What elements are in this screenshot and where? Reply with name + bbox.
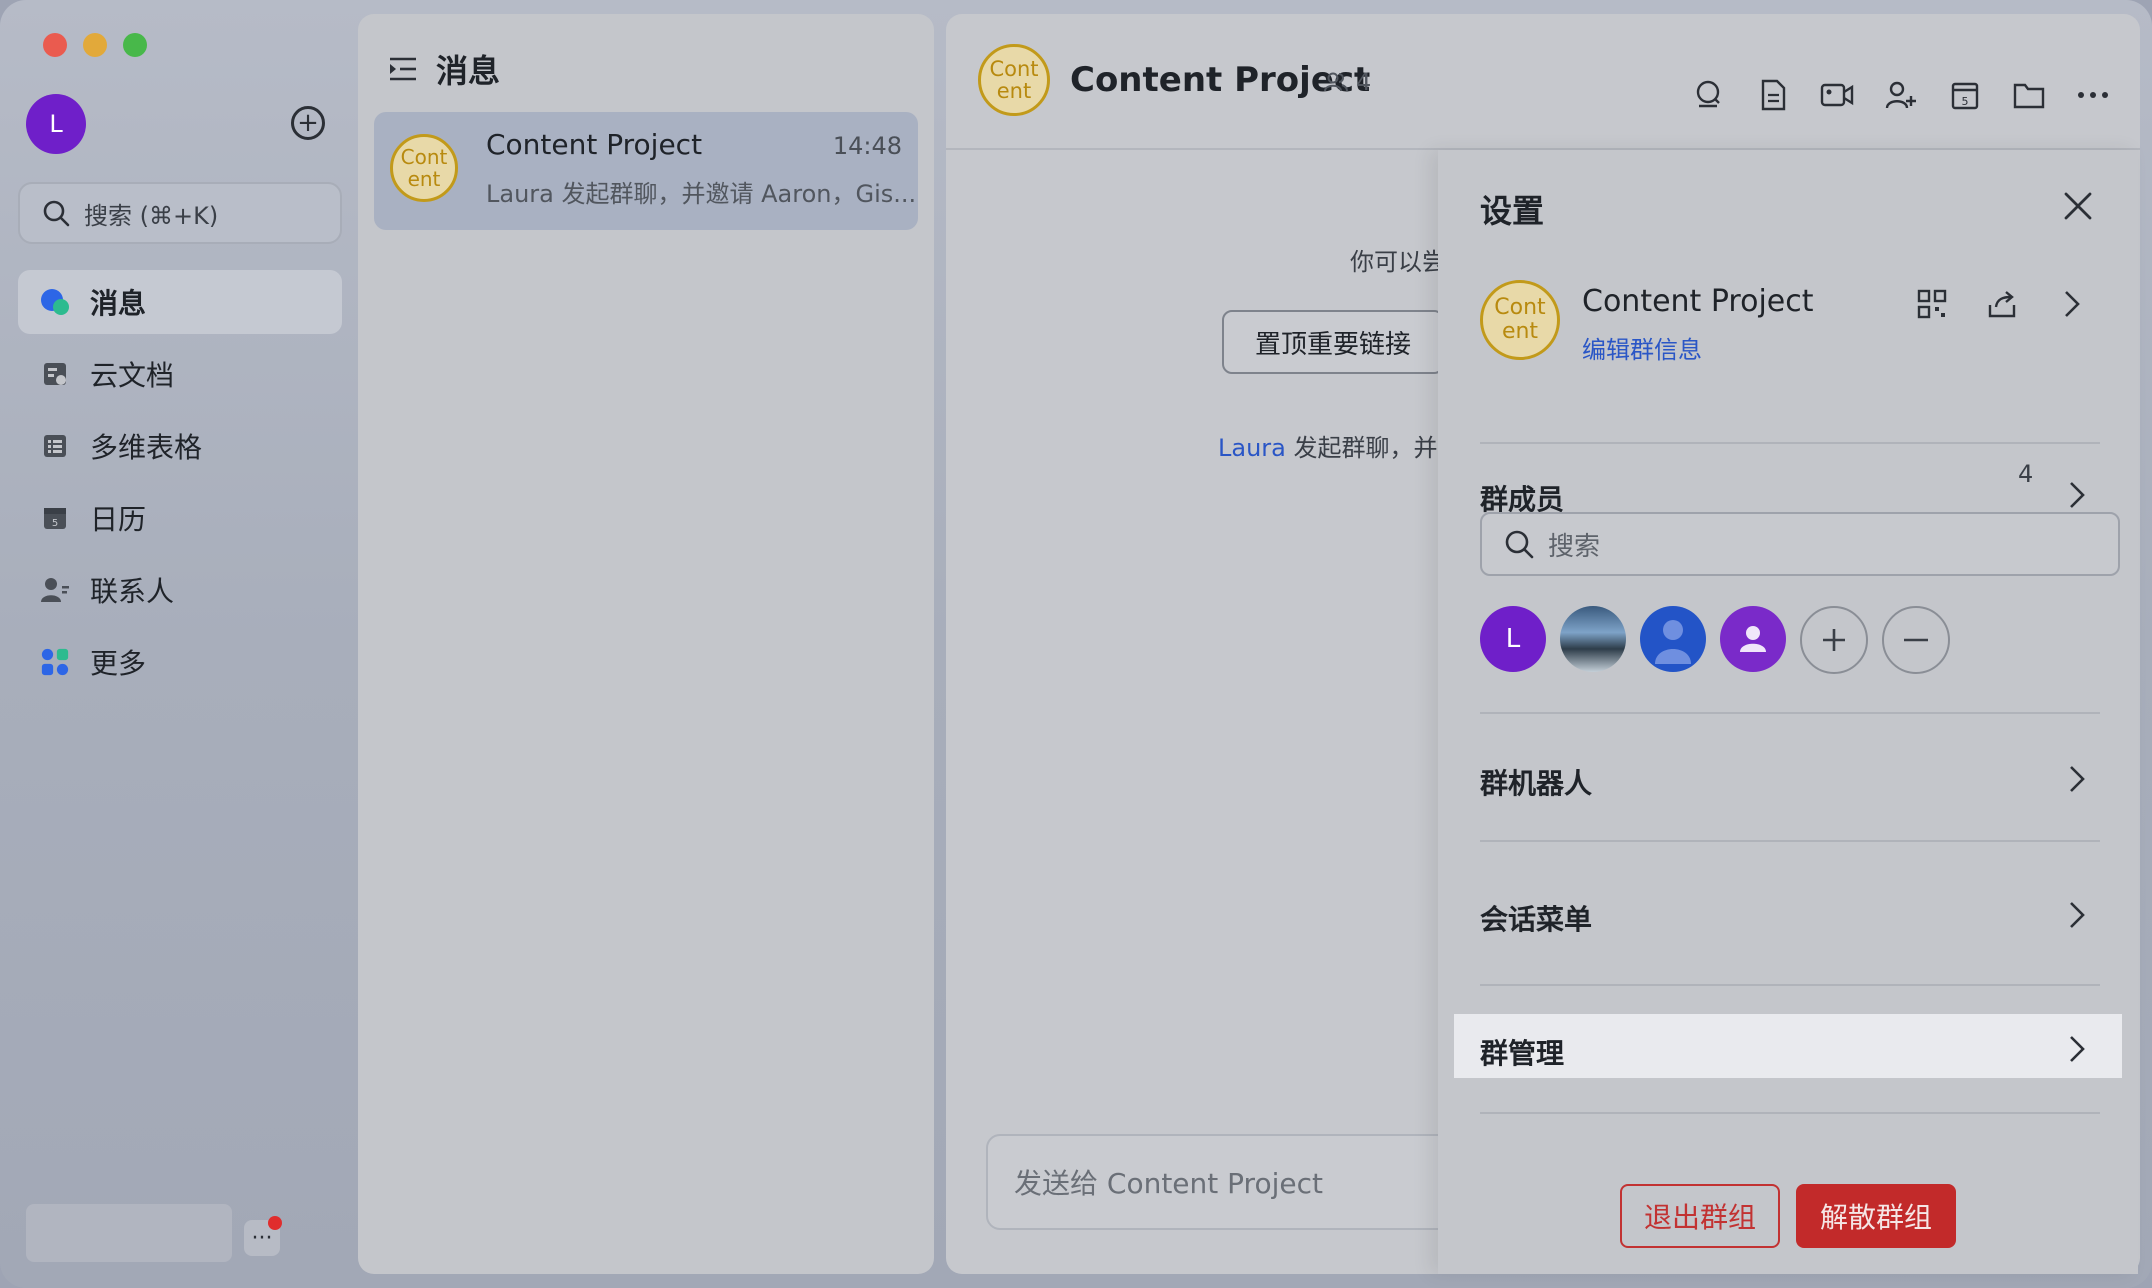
person-icon	[1740, 626, 1766, 652]
window-close-button[interactable]	[43, 33, 67, 57]
member-count-value: 4	[1356, 68, 1372, 96]
group-bots-row[interactable]: 群机器人	[1480, 762, 1592, 802]
avatar[interactable]	[1720, 606, 1786, 672]
avatar[interactable]: L	[1480, 606, 1546, 672]
chevron-right-icon[interactable]	[2062, 480, 2092, 510]
sidebar-item-more[interactable]: 更多	[18, 630, 342, 694]
member-count[interactable]: 4	[1324, 68, 1371, 96]
global-search-input[interactable]: 搜索 (⌘+K)	[18, 182, 342, 244]
close-icon[interactable]	[2062, 190, 2094, 222]
divider	[1480, 840, 2100, 842]
cloud-doc-icon	[40, 359, 70, 389]
settings-group-name: Content Project	[1582, 284, 1814, 319]
sidebar-item-label: 消息	[90, 287, 147, 320]
remove-member-button[interactable]	[1882, 606, 1950, 674]
my-avatar[interactable]: L	[26, 94, 86, 154]
list-item[interactable]: Cont ent Content Project 14:48 Laura 发起群…	[374, 112, 918, 230]
chevron-right-icon[interactable]	[2062, 764, 2092, 794]
sidebar-item-messages[interactable]: 消息	[18, 270, 342, 334]
search-icon	[1505, 530, 1534, 559]
create-plus-icon[interactable]: +	[291, 106, 325, 140]
system-message-text: 发起群聊，并	[1285, 434, 1438, 462]
divider	[1480, 1112, 2100, 1114]
divider	[1480, 712, 2100, 714]
divider	[1480, 984, 2100, 986]
group-avatar: Cont ent	[390, 134, 458, 202]
search-chat-icon[interactable]	[1692, 78, 1726, 112]
chat-header: Cont ent Content Project 4 5	[946, 14, 2140, 150]
settings-drawer: 设置 Cont ent Content Project 编辑群信息 群成员 4 …	[1438, 150, 2138, 1274]
share-icon[interactable]	[1984, 286, 2020, 322]
members-icon	[1324, 72, 1348, 92]
svg-text:5: 5	[52, 518, 58, 529]
account-tile[interactable]	[26, 1204, 232, 1262]
members-count: 4	[2018, 460, 2034, 488]
svg-text:5: 5	[1962, 95, 1969, 108]
app-window: L + 搜索 (⌘+K) 消息 云文档 多维表格 5 日历 联系人 更多 ···…	[0, 0, 2152, 1288]
system-message: Laura 发起群聊，并	[1218, 428, 1438, 463]
person-icon	[1655, 620, 1691, 664]
exit-group-button[interactable]: 退出群组	[1620, 1184, 1780, 1248]
document-icon[interactable]	[1756, 78, 1790, 112]
system-message-user-link[interactable]: Laura	[1218, 434, 1286, 462]
sidebar-item-label: 多维表格	[90, 431, 203, 464]
edit-group-info-link[interactable]: 编辑群信息	[1582, 330, 1702, 365]
apps-icon	[40, 647, 70, 677]
message-list-header: 消息	[388, 46, 500, 92]
group-actions	[1914, 286, 2090, 322]
group-management-label[interactable]: 群管理	[1480, 1032, 1564, 1072]
video-call-icon[interactable]	[1820, 78, 1854, 112]
chat-bubble-icon	[40, 287, 70, 317]
sidebar-nav: 消息 云文档 多维表格 5 日历 联系人 更多	[18, 270, 342, 702]
plus-icon	[1823, 629, 1845, 651]
add-member-button[interactable]	[1800, 606, 1868, 674]
avatar[interactable]	[1560, 606, 1626, 672]
minus-icon	[1904, 638, 1928, 642]
chat-toolbar: 5	[1662, 78, 2110, 112]
message-list-title: 消息	[436, 52, 501, 90]
contacts-icon	[40, 575, 70, 605]
chat-group-avatar[interactable]: Cont ent	[978, 44, 1050, 116]
window-zoom-button[interactable]	[123, 33, 147, 57]
add-member-icon[interactable]	[1884, 78, 1918, 112]
global-search-placeholder: 搜索 (⌘+K)	[84, 201, 219, 230]
member-search-placeholder: 搜索	[1548, 531, 1601, 562]
composer-placeholder: 发送给 Content Project	[1014, 1167, 1323, 1200]
sidebar-item-docs[interactable]: 云文档	[18, 342, 342, 406]
pin-link-button[interactable]: 置顶重要链接	[1222, 310, 1444, 374]
conversation-time: 14:48	[832, 132, 902, 160]
folder-icon[interactable]	[2012, 78, 2046, 112]
chevron-right-icon[interactable]	[2054, 286, 2090, 322]
window-minimize-button[interactable]	[83, 33, 107, 57]
settings-title: 设置	[1480, 192, 1545, 230]
sidebar-item-label: 日历	[90, 503, 147, 536]
conversation-preview: Laura 发起群聊，并邀请 Aaron，Gis...	[486, 180, 917, 208]
more-icon[interactable]	[2076, 78, 2110, 112]
member-avatars: L	[1480, 606, 1964, 674]
dissolve-group-button[interactable]: 解散群组	[1796, 1184, 1956, 1248]
sidebar-item-label: 更多	[90, 647, 147, 680]
notification-dot	[268, 1216, 282, 1230]
avatar[interactable]	[1640, 606, 1706, 672]
sidebar-item-contacts[interactable]: 联系人	[18, 558, 342, 622]
divider	[1480, 442, 2100, 444]
sidebar-item-base[interactable]: 多维表格	[18, 414, 342, 478]
session-menu-row[interactable]: 会话菜单	[1480, 898, 1592, 938]
qr-code-icon[interactable]	[1914, 286, 1950, 322]
sidebar-item-label: 云文档	[90, 359, 175, 392]
chat-hint-text: 你可以尝	[1350, 248, 1446, 276]
chevron-right-icon[interactable]	[2062, 1034, 2092, 1064]
table-icon	[40, 431, 70, 461]
message-list-panel: 消息 Cont ent Content Project 14:48 Laura …	[358, 14, 934, 1274]
sidebar-toggle-icon[interactable]	[388, 55, 418, 83]
sidebar-item-calendar[interactable]: 5 日历	[18, 486, 342, 550]
chevron-right-icon[interactable]	[2062, 900, 2092, 930]
sidebar-item-label: 联系人	[90, 575, 175, 608]
calendar-icon: 5	[40, 503, 70, 533]
settings-group-avatar[interactable]: Cont ent	[1480, 280, 1560, 360]
calendar-event-icon[interactable]: 5	[1948, 78, 1982, 112]
search-icon	[43, 200, 70, 227]
member-search-input[interactable]: 搜索	[1480, 512, 2120, 576]
conversation-title: Content Project	[486, 128, 703, 161]
